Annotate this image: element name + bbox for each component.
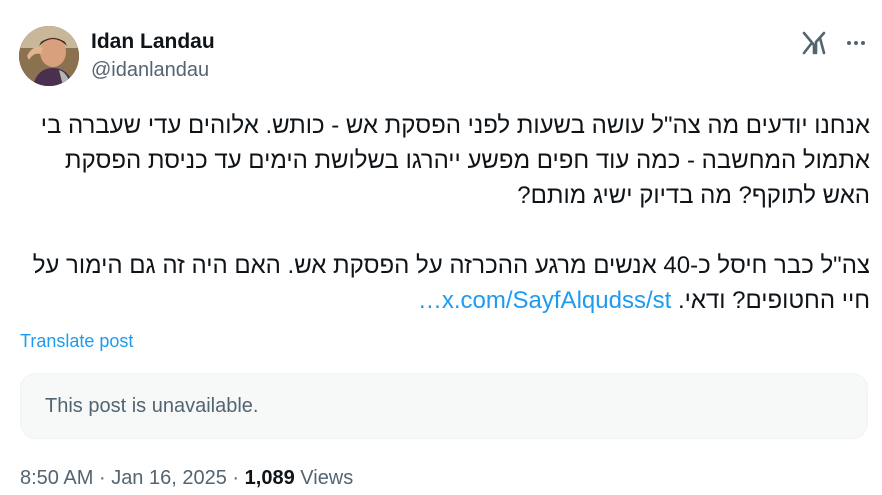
- post-meta: 8:50 AM · Jan 16, 2025 · 1,089 Views: [20, 466, 353, 490]
- handle[interactable]: @idanlandau: [91, 57, 215, 83]
- x-grok-icon[interactable]: [801, 30, 827, 56]
- translate-post-link[interactable]: Translate post: [20, 330, 133, 352]
- unavailable-message: This post is unavailable.: [45, 395, 259, 417]
- post-paragraph-2: צה"ל כבר חיסל כ-40 אנשים מרגע ההכרזה על …: [20, 248, 870, 318]
- tweet-header: Idan Landau @idanlandau: [19, 24, 869, 88]
- post-link[interactable]: x.com/SayfAlqudss/st…: [418, 287, 671, 314]
- post-time[interactable]: 8:50 AM: [20, 467, 93, 489]
- meta-separator: ·: [98, 467, 106, 489]
- views-label: Views: [300, 467, 354, 489]
- author-names: Idan Landau @idanlandau: [91, 30, 215, 83]
- post-text: אנחנו יודעים מה צה"ל עושה בשעות לפני הפס…: [20, 108, 870, 318]
- avatar[interactable]: [19, 26, 79, 86]
- more-icon[interactable]: [841, 30, 871, 56]
- tweet: Idan Landau @idanlandau אנחנו יודעים מה …: [0, 0, 882, 495]
- views-count[interactable]: 1,089: [245, 467, 295, 489]
- display-name[interactable]: Idan Landau: [91, 30, 215, 54]
- meta-separator-2: ·: [232, 467, 240, 489]
- post-paragraph-1: אנחנו יודעים מה צה"ל עושה בשעות לפני הפס…: [40, 112, 870, 209]
- avatar-image: [19, 26, 79, 86]
- post-date[interactable]: Jan 16, 2025: [111, 467, 227, 489]
- quoted-post-unavailable: This post is unavailable.: [20, 373, 868, 439]
